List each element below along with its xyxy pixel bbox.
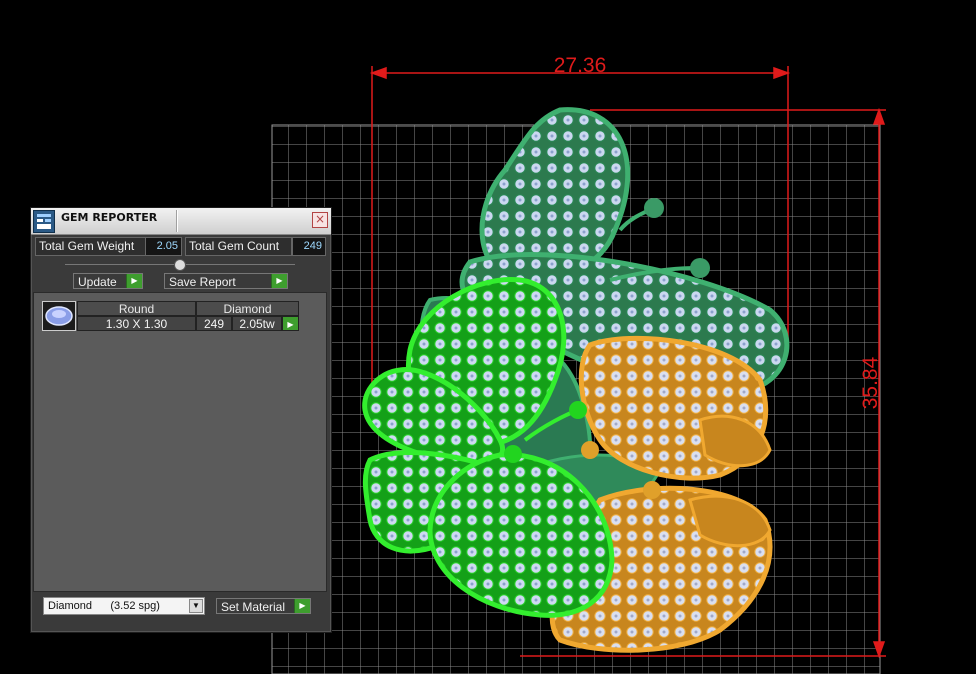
cut-header: Round [77,301,196,316]
save-report-button-label: Save Report [169,275,236,289]
dimension-height-label: 35.84 [859,356,882,409]
gem-weight-cell: 2.05tw [232,316,282,331]
set-material-button-label: Set Material [221,600,286,614]
total-gem-weight-label: Total Gem Weight [35,237,147,256]
update-button[interactable]: Update ▶ [73,273,143,289]
save-report-button[interactable]: Save Report ▶ [164,273,288,289]
panel-title: GEM REPORTER [61,211,158,224]
total-gem-count-label: Total Gem Count [185,237,292,256]
arrow-right-icon: ▶ [271,274,287,288]
set-material-button[interactable]: Set Material ▶ [216,598,311,614]
gem-reporter-panel[interactable]: GEM REPORTER × Total Gem Weight 2.05 Tot… [30,207,332,633]
arrow-right-icon[interactable]: ▶ [282,316,299,331]
gem-report-list[interactable]: Round Diamond 1.30 X 1.30 249 2.05tw ▶ [33,292,327,592]
arrow-right-icon: ▶ [294,599,310,613]
update-button-label: Update [78,275,117,289]
total-gem-count-value: 249 [292,237,326,256]
material-header: Diamond [196,301,299,316]
arrow-right-icon: ▶ [126,274,142,288]
gem-count-cell: 249 [196,316,232,331]
slider-handle-icon[interactable] [174,259,186,271]
total-gem-weight-value: 2.05 [145,237,182,256]
gem-thumbnail-icon [42,301,76,331]
dimension-width-label: 27.36 [554,54,607,77]
titlebar-divider [176,210,177,232]
material-select[interactable]: Diamond (3.52 spg) ▼ [43,597,205,615]
gem-size-cell: 1.30 X 1.30 [77,316,196,331]
chevron-down-icon[interactable]: ▼ [189,599,203,613]
close-icon[interactable]: × [312,212,328,228]
app-icon [33,210,55,233]
material-select-value: Diamond (3.52 spg) [48,600,160,612]
panel-titlebar[interactable]: GEM REPORTER × [31,208,331,235]
